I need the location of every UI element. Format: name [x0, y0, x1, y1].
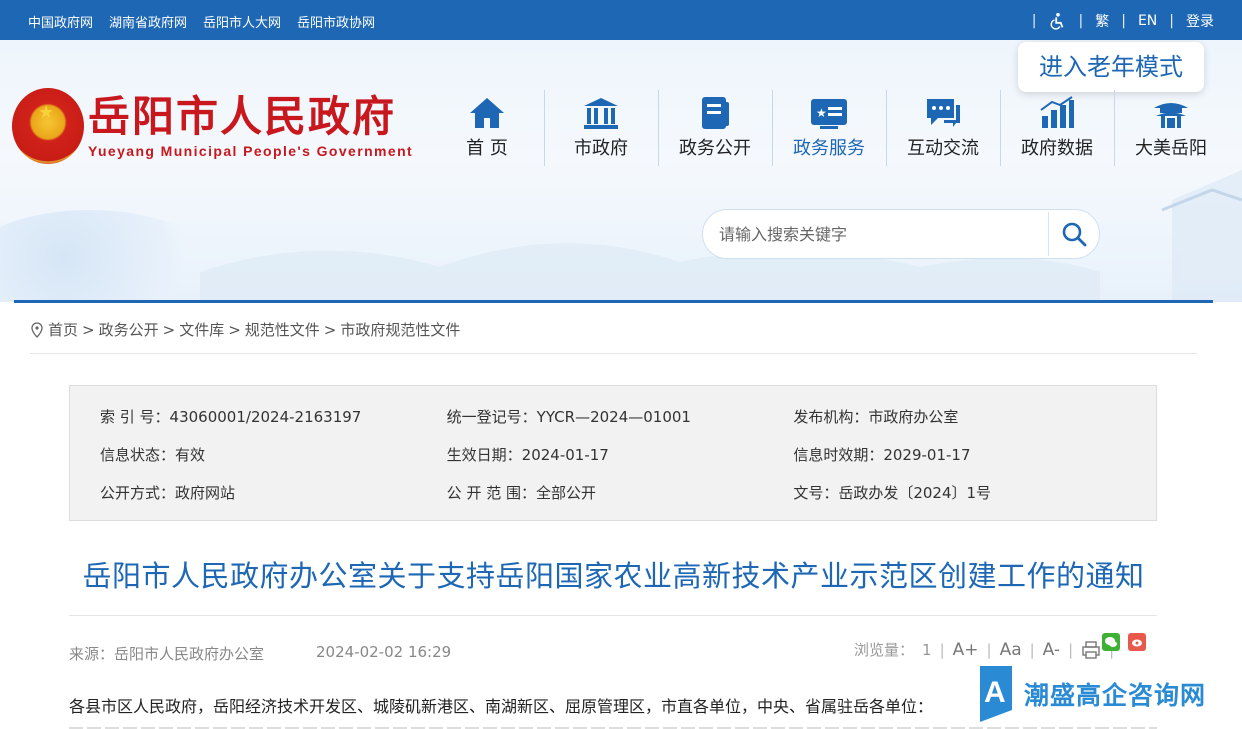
site-logo[interactable]: ★ 岳阳市人民政府 Yueyang Municipal People's Gov… [12, 88, 413, 164]
views-count: 1 [922, 640, 932, 659]
site-search [702, 209, 1100, 259]
link-yueyang-npc[interactable]: 岳阳市人大网 [203, 12, 281, 31]
article-tools: 浏览量： 1 | A+ | Aa | A- | | [854, 639, 1114, 660]
article-date: 2024-02-02 16:29 [316, 643, 452, 661]
decorative-lotus [0, 210, 220, 302]
divider: | [1029, 640, 1035, 659]
related-sites: 中国政府网 湖南省政府网 岳阳市人大网 岳阳市政协网 [28, 12, 375, 31]
data-chart-icon [1040, 96, 1074, 128]
main-nav: 首 页 市政府 政务公开 ★ 政务服务 互动交流 政府数据 大美岳阳 [430, 90, 1228, 166]
breadcrumb-separator: > [323, 320, 337, 339]
article-salutation: 各县市区人民政府，岳阳经济技术开发区、城陵矶新港区、南湖新区、屈原管理区，市直各… [69, 697, 934, 716]
pavilion-icon [1154, 103, 1188, 128]
search-icon[interactable] [1061, 221, 1087, 247]
nav-label: 首 页 [466, 138, 508, 159]
national-emblem: ★ [12, 88, 84, 164]
nav-city-government[interactable]: 市政府 [544, 90, 658, 166]
nav-beautiful-yueyang[interactable]: 大美岳阳 [1114, 90, 1228, 166]
breadcrumb-file-library[interactable]: 文件库 [179, 319, 224, 340]
divider: | [1068, 640, 1074, 659]
weibo-share-icon[interactable] [1128, 633, 1146, 651]
meta-disclosure-method: 公开方式：政府网站 [100, 484, 236, 502]
breadcrumb-normative-docs[interactable]: 规范性文件 [245, 319, 320, 340]
nav-gov-services[interactable]: ★ 政务服务 [772, 90, 886, 166]
link-china-gov[interactable]: 中国政府网 [28, 12, 93, 31]
wheelchair-icon[interactable] [1049, 12, 1067, 30]
font-smaller-button[interactable]: A- [1043, 640, 1060, 660]
print-icon[interactable] [1081, 640, 1101, 660]
english-link[interactable]: EN [1138, 13, 1157, 29]
nav-label: 互动交流 [907, 138, 979, 159]
nav-interaction[interactable]: 互动交流 [886, 90, 1000, 166]
link-hunan-gov[interactable]: 湖南省政府网 [109, 12, 187, 31]
watermark: A 潮盛高企咨询网 [972, 664, 1206, 724]
meta-registration-no: 统一登记号：YYCR—2024—01001 [446, 408, 691, 426]
meta-effective-date: 生效日期：2024-01-17 [446, 446, 609, 464]
site-header: ★ 岳阳市人民政府 Yueyang Municipal People's Gov… [0, 40, 1242, 302]
divider [30, 353, 1197, 354]
home-icon [470, 98, 504, 128]
link-yueyang-cppcc[interactable]: 岳阳市政协网 [297, 12, 375, 31]
meta-expiry-date: 信息时效期：2029-01-17 [793, 446, 971, 464]
breadcrumb-separator: > [162, 320, 176, 339]
breadcrumb-separator: > [82, 320, 95, 339]
nav-label: 政务公开 [679, 138, 751, 159]
location-pin-icon [31, 321, 43, 338]
breadcrumb-separator: > [228, 320, 241, 339]
nav-label: 大美岳阳 [1135, 138, 1207, 159]
meta-document-no: 文号：岳政办发〔2024〕1号 [793, 484, 992, 502]
watermark-text: 潮盛高企咨询网 [1024, 681, 1207, 710]
divider: | [1169, 13, 1174, 29]
font-normal-button[interactable]: Aa [1000, 640, 1022, 660]
divider: | [1031, 13, 1037, 29]
svg-text:A: A [984, 676, 1006, 709]
top-utility-bar: 中国政府网 湖南省政府网 岳阳市人大网 岳阳市政协网 | | 繁 | EN | … [0, 0, 1242, 40]
logo-title-cn: 岳阳市人民政府 [88, 92, 397, 141]
nav-label: 政府数据 [1021, 138, 1093, 159]
views-label: 浏览量： [854, 641, 915, 659]
divider [69, 615, 1157, 616]
divider: | [1078, 13, 1084, 29]
nav-home[interactable]: 首 页 [430, 90, 544, 166]
breadcrumb-city-normative-docs[interactable]: 市政府规范性文件 [340, 319, 460, 340]
nav-label: 政务服务 [793, 138, 865, 159]
document-icon [702, 97, 729, 129]
elder-mode-button[interactable]: 进入老年模式 [1018, 42, 1204, 92]
chat-icon [927, 99, 960, 127]
nav-gov-affairs-open[interactable]: 政务公开 [658, 90, 772, 166]
search-input[interactable] [719, 210, 1039, 258]
logo-title-en: Yueyang Municipal People's Government [88, 143, 414, 159]
login-link[interactable]: 登录 [1186, 11, 1214, 31]
font-larger-button[interactable]: A+ [953, 640, 979, 660]
divider: | [939, 640, 945, 659]
top-right-tools: | | 繁 | EN | 登录 [1032, 11, 1214, 31]
svg-text:★: ★ [816, 106, 827, 120]
star-icon: ★ [38, 102, 55, 123]
search-divider [1048, 212, 1049, 256]
meta-status: 信息状态：有效 [100, 446, 206, 464]
breadcrumb: 首页 > 政务公开 > 文件库 > 规范性文件 > 市政府规范性文件 [30, 319, 460, 340]
traditional-chinese-link[interactable]: 繁 [1095, 11, 1109, 31]
divider: | [986, 640, 992, 659]
breadcrumb-home[interactable]: 首页 [48, 319, 78, 340]
service-card-icon: ★ [811, 99, 847, 129]
share-buttons [1102, 633, 1146, 651]
nav-gov-data[interactable]: 政府数据 [1000, 90, 1114, 166]
article-source: 来源：岳阳市人民政府办公室 [69, 645, 265, 663]
watermark-logo-icon: A [980, 666, 1012, 722]
wechat-share-icon[interactable] [1102, 633, 1120, 651]
government-building-icon [584, 98, 618, 129]
meta-publisher: 发布机构：市政府办公室 [793, 408, 959, 426]
meta-index-no: 索 引 号：43060001/2024-2163197 [100, 408, 362, 426]
divider: | [1121, 13, 1126, 29]
meta-disclosure-scope: 公 开 范 围：全部公开 [446, 484, 596, 502]
article-title: 岳阳市人民政府办公室关于支持岳阳国家农业高新技术产业示范区创建工作的通知 [82, 559, 1145, 593]
nav-label: 市政府 [574, 138, 628, 159]
document-metadata: 索 引 号：43060001/2024-2163197 统一登记号：YYCR—2… [69, 385, 1157, 521]
breadcrumb-gov-affairs-open[interactable]: 政务公开 [99, 319, 159, 340]
